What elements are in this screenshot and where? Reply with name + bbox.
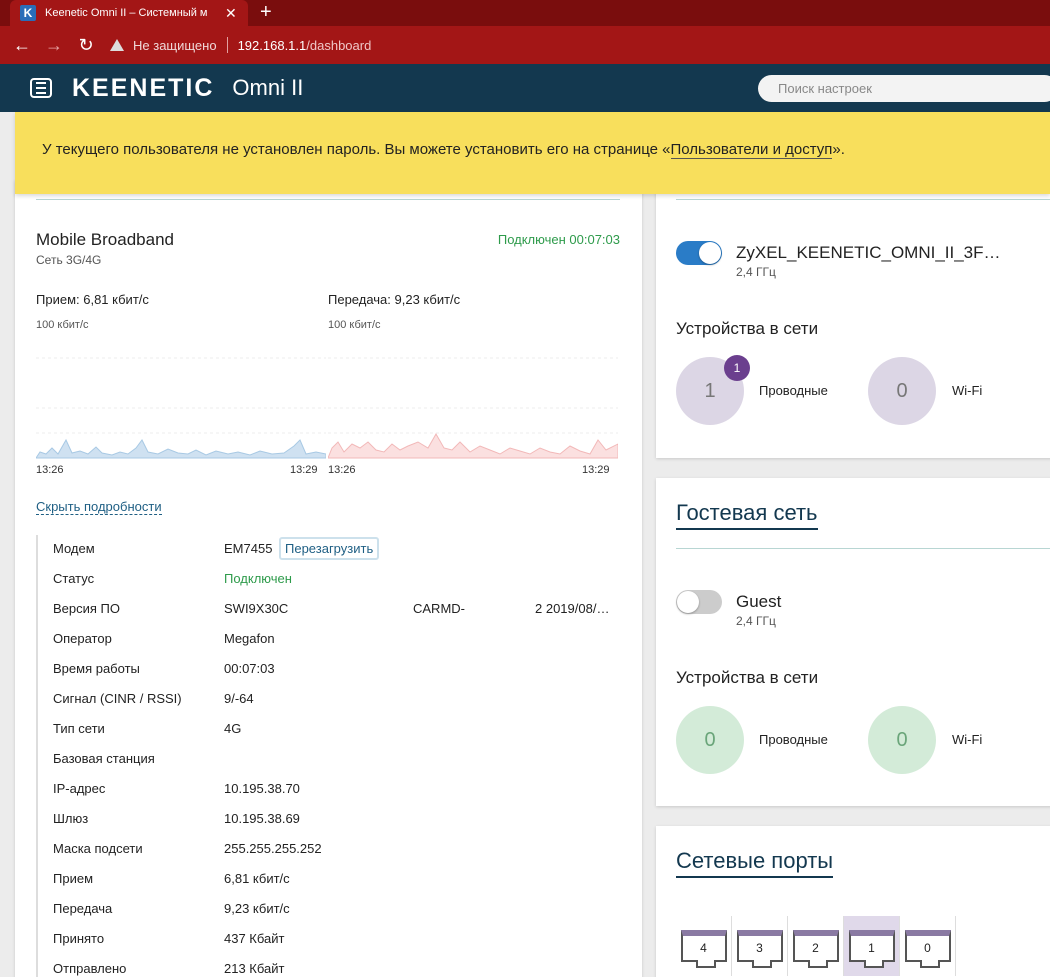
- reboot-modem-button[interactable]: Перезагрузить: [279, 537, 380, 560]
- ethernet-port-icon: 3: [736, 930, 783, 968]
- tx-graph: [328, 357, 618, 459]
- table-row: Тип сети 4G: [53, 721, 242, 736]
- wired-label: Проводные: [759, 383, 828, 398]
- table-row: Статус Подключен: [53, 571, 292, 586]
- browser-tabstrip: K Keenetic Omni II – Системный м ✕ +: [0, 0, 1050, 26]
- table-row: Базовая станция: [53, 751, 155, 766]
- url-path[interactable]: /dashboard: [306, 38, 371, 53]
- table-row: Сигнал (CINR / RSSI) 9/-64: [53, 691, 254, 706]
- settings-search-input[interactable]: Поиск настроек: [758, 75, 1050, 102]
- table-row: Версия ПО SWI9X30C CARMD- 2 2019/08/…: [53, 601, 610, 616]
- divider: [36, 199, 620, 200]
- keenetic-favicon-icon: K: [20, 5, 36, 21]
- devices-title: Устройства в сети: [676, 319, 819, 338]
- close-tab-icon[interactable]: ✕: [225, 5, 237, 22]
- ethernet-port-icon: 1: [848, 930, 895, 968]
- menu-icon[interactable]: [30, 78, 52, 98]
- guest-wired-label: Проводные: [759, 732, 828, 747]
- ethernet-port-icon: 4: [680, 930, 727, 968]
- table-row: Модем EM7455 Перезагрузить: [38, 535, 626, 565]
- banner-text: У текущего пользователя не установлен па…: [42, 141, 671, 158]
- table-row: Прием 6,81 кбит/с: [53, 871, 290, 886]
- table-row: Отправлено 213 Кбайт: [53, 961, 285, 976]
- guest-network-card: Гостевая сеть Guest 2,4 ГГц Устройства в…: [656, 478, 1050, 806]
- users-access-link[interactable]: Пользователи и доступ: [670, 141, 833, 159]
- rx-time-start: 13:26: [36, 464, 64, 476]
- table-row: IP-адрес 10.195.38.70: [53, 781, 300, 796]
- table-row: Маска подсети 255.255.255.252: [53, 841, 322, 856]
- home-band: 2,4 ГГц: [736, 265, 776, 279]
- guest-ssid: Guest: [736, 592, 782, 611]
- port-3[interactable]: 3: [732, 916, 788, 976]
- new-device-badge: 1: [724, 355, 750, 381]
- ethernet-port-icon: 2: [792, 930, 839, 968]
- device-model: Omni II: [232, 75, 304, 100]
- port-2[interactable]: 2: [788, 916, 844, 976]
- browser-tab[interactable]: K Keenetic Omni II – Системный м ✕: [10, 0, 248, 26]
- reload-icon[interactable]: ↻: [70, 35, 102, 56]
- guest-wired-count[interactable]: 0: [676, 706, 744, 774]
- table-row: Оператор Megafon: [53, 631, 275, 646]
- guest-wifi-label: Wi-Fi: [952, 732, 983, 747]
- wifi-devices-count[interactable]: 0: [868, 357, 936, 425]
- back-arrow-icon[interactable]: ←: [6, 35, 38, 56]
- hide-details-link[interactable]: Скрыть подробности: [36, 499, 162, 515]
- new-tab-icon[interactable]: +: [260, 1, 272, 24]
- guest-devices-title: Устройства в сети: [676, 668, 819, 687]
- table-row: Шлюз 10.195.38.69: [53, 811, 300, 826]
- divider: [676, 199, 1050, 200]
- tab-title: Keenetic Omni II – Системный м: [45, 7, 208, 19]
- table-row: Принято 437 Кбайт: [53, 931, 285, 946]
- banner-text-end: ».: [832, 141, 845, 158]
- port-4[interactable]: 4: [676, 916, 732, 976]
- network-ports-card: Сетевые порты 4 3 2 1 0: [656, 826, 1050, 977]
- firmware-part: CARMD-: [413, 601, 465, 616]
- home-wifi-toggle[interactable]: [676, 241, 722, 265]
- mb-title: Mobile Broadband: [36, 230, 174, 249]
- firmware-date: 2 2019/08/…: [535, 601, 610, 616]
- password-warning-banner: У текущего пользователя не установлен па…: [15, 112, 1050, 194]
- ports-row: 4 3 2 1 0: [676, 916, 956, 976]
- ethernet-port-icon: 0: [904, 930, 951, 968]
- security-label: Не защищено: [133, 37, 217, 53]
- brand-logo: KEENETIC: [72, 73, 215, 102]
- home-ssid: ZyXEL_KEENETIC_OMNI_II_3F…: [736, 243, 1001, 262]
- guest-band: 2,4 ГГц: [736, 614, 776, 628]
- rx-time-end: 13:29: [290, 464, 318, 476]
- app-header: KEENETIC Omni II Поиск настроек: [0, 64, 1050, 112]
- guest-wifi-toggle[interactable]: [676, 590, 722, 614]
- address-bar: ← → ↻ Не защищено 192.168.1.1/dashboard: [0, 26, 1050, 64]
- guest-title[interactable]: Гостевая сеть: [676, 500, 818, 530]
- warning-icon: [110, 39, 124, 51]
- forward-arrow-icon[interactable]: →: [38, 35, 70, 56]
- table-row: Время работы 00:07:03: [53, 661, 275, 676]
- tx-time-end: 13:29: [582, 464, 610, 476]
- tx-rate: Передача: 9,23 кбит/с: [328, 292, 461, 307]
- rx-rate: Прием: 6,81 кбит/с: [36, 292, 149, 307]
- mobile-broadband-card: Mobile Broadband Сеть 3G/4G Подключен 00…: [15, 180, 642, 977]
- home-network-card: ZyXEL_KEENETIC_OMNI_II_3F… 2,4 ГГц Устро…: [656, 180, 1050, 458]
- ports-title[interactable]: Сетевые порты: [676, 848, 834, 878]
- details-table: Модем EM7455 Перезагрузить Статус Подклю…: [36, 535, 626, 977]
- mb-subtitle: Сеть 3G/4G: [36, 253, 102, 267]
- connection-status: Подключен 00:07:03: [497, 232, 620, 247]
- divider: [676, 548, 1050, 549]
- address-separator: [226, 37, 228, 53]
- table-row: Передача 9,23 кбит/с: [53, 901, 290, 916]
- port-0[interactable]: 0: [900, 916, 956, 976]
- tx-time-start: 13:26: [328, 464, 356, 476]
- wifi-label: Wi-Fi: [952, 383, 983, 398]
- security-indicator[interactable]: Не защищено: [110, 38, 217, 53]
- guest-wifi-count[interactable]: 0: [868, 706, 936, 774]
- port-1[interactable]: 1: [844, 916, 900, 976]
- rx-graph: [36, 357, 326, 459]
- url-host[interactable]: 192.168.1.1: [238, 38, 307, 53]
